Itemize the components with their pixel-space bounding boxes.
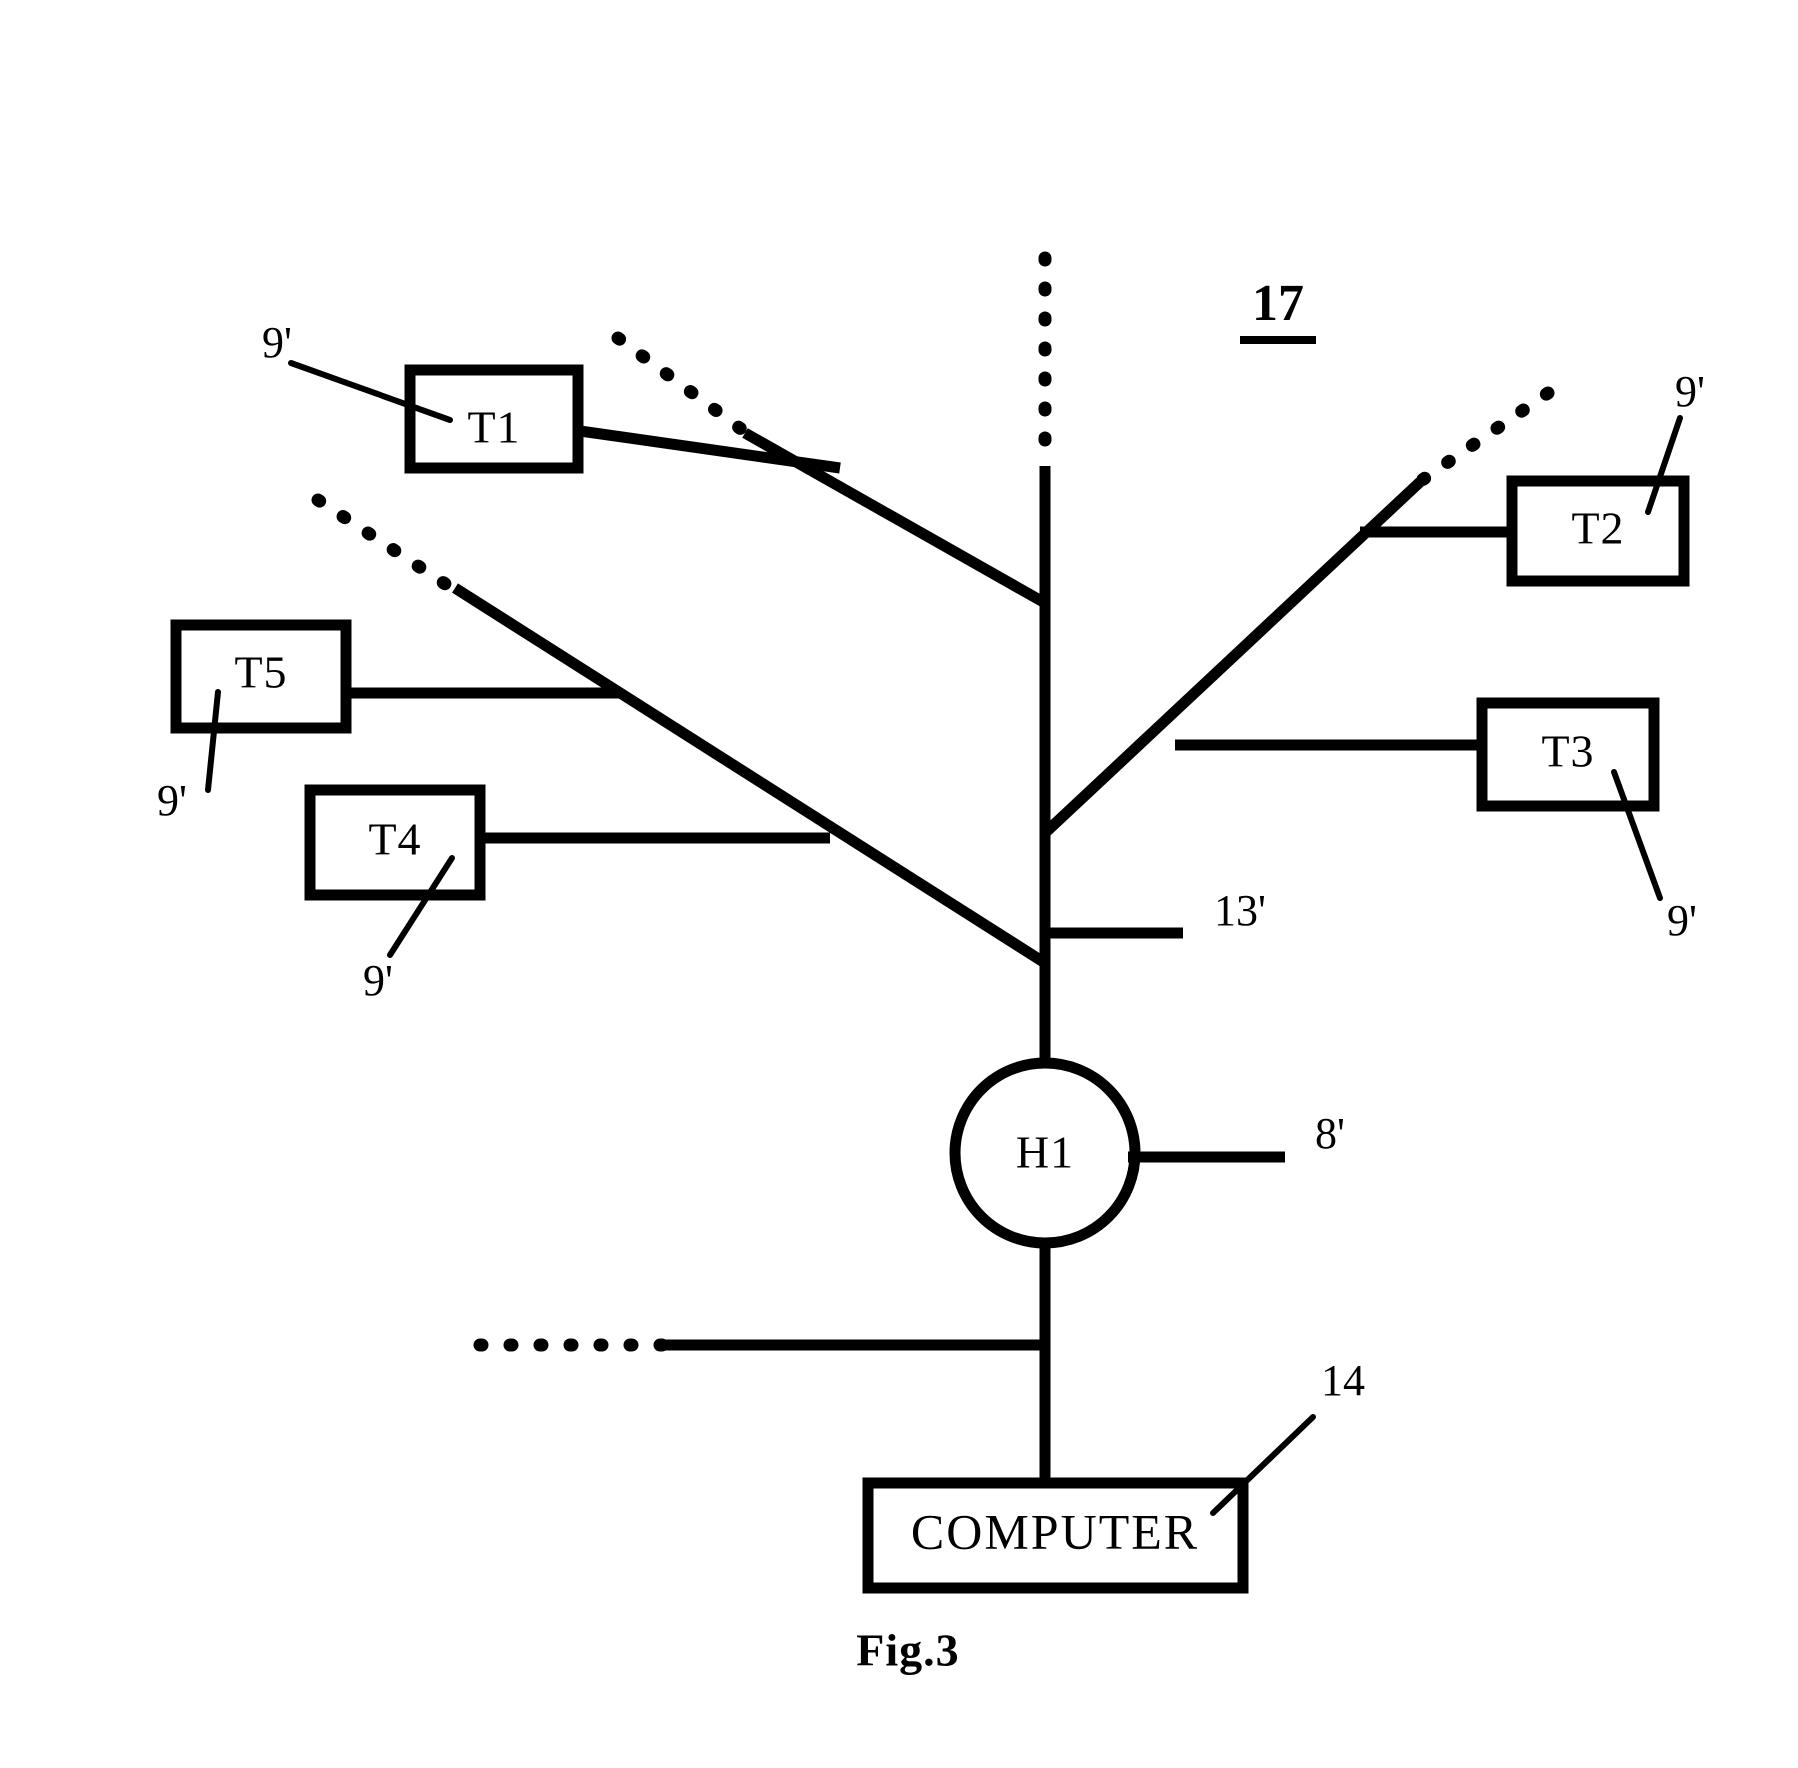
terminal-label-t2: T2: [1571, 503, 1624, 554]
node-computer[interactable]: COMPUTER: [862, 1477, 1249, 1594]
node-t1[interactable]: T1: [404, 364, 584, 474]
ref-label-bus-13prime: 13': [1214, 886, 1266, 935]
patent-figure: T1 9' T5 9' T4 9' T2 9' T3 9' 13' H1 8' …: [0, 0, 1798, 1768]
branch-t1-dotted: [611, 331, 767, 450]
branch-right-dotted: [1405, 386, 1555, 494]
branch-left-dotted: [311, 493, 469, 602]
assembly-callout: 17: [1240, 275, 1316, 344]
ref-callout-hub: 8': [1128, 1109, 1345, 1163]
ref-label-t1-9prime: 9': [262, 318, 292, 367]
assembly-label-17: 17: [1252, 275, 1304, 332]
computer-label: COMPUTER: [911, 1503, 1199, 1559]
branch-t1-drop: [572, 424, 841, 474]
terminal-label-t3: T3: [1541, 726, 1594, 777]
node-hub-h1[interactable]: H1: [949, 1057, 1141, 1249]
ref-label-hub-8prime: 8': [1315, 1109, 1345, 1158]
ref-label-t3-9prime: 9': [1667, 896, 1697, 945]
terminal-label-t5: T5: [234, 647, 287, 698]
ref-callout-bus: 13': [1048, 886, 1266, 939]
node-t3[interactable]: T3: [1476, 697, 1660, 812]
ref-leader-computer-14: [1210, 1414, 1316, 1516]
node-t2[interactable]: T2: [1506, 475, 1690, 587]
ref-label-t4-9prime: 9': [363, 956, 393, 1005]
branch-right-group: [1041, 386, 1555, 838]
node-t4[interactable]: T4: [304, 784, 486, 901]
ref-label-t2-9prime: 9': [1675, 367, 1705, 416]
ref-label-computer-14: 14: [1321, 1356, 1365, 1405]
ref-label-t5-9prime: 9': [157, 776, 187, 825]
terminal-label-t1: T1: [467, 402, 520, 453]
branch-t1-group: [572, 331, 1048, 608]
branch-left-line: [452, 583, 1048, 968]
network-diagram: T1 9' T5 9' T4 9' T2 9' T3 9' 13' H1 8' …: [157, 251, 1705, 1676]
hub-label-h1: H1: [1016, 1127, 1074, 1178]
figure-caption: Fig.3: [856, 1625, 959, 1676]
ref-callout-computer: 14: [1210, 1356, 1365, 1516]
node-t5[interactable]: T5: [170, 619, 352, 734]
terminal-label-t4: T4: [368, 814, 421, 865]
